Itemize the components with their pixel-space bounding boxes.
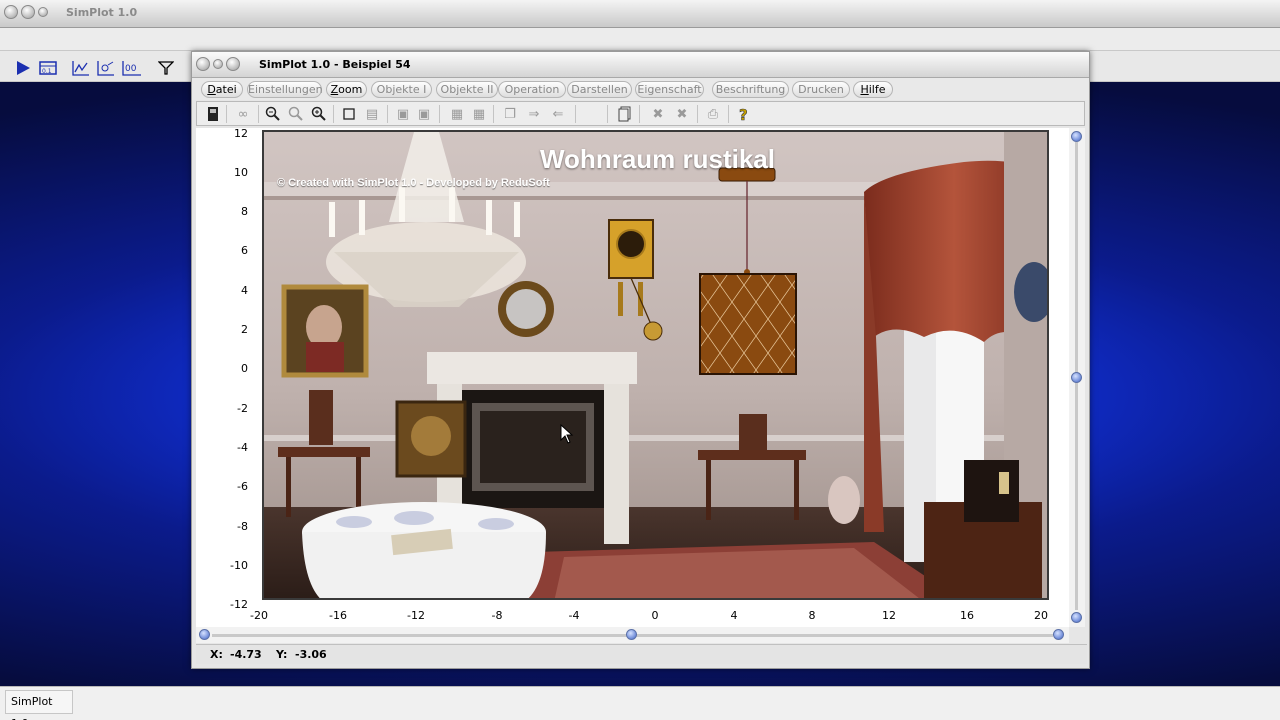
app-titlebar: SimPlot 1.0 — [0, 0, 1280, 28]
menu-eigenschaft[interactable]: Eigenschaft — [635, 81, 704, 98]
menu-darstellen[interactable]: Darstellen — [567, 81, 632, 98]
cursor-icon — [560, 424, 574, 444]
values-icon[interactable]: 00 — [122, 59, 142, 76]
x-tick-label: 12 — [882, 609, 896, 622]
y-tick-label: 10 — [234, 166, 248, 179]
function-graph-icon[interactable] — [72, 59, 90, 76]
document-title: SimPlot 1.0 - Beispiel 54 — [259, 58, 411, 71]
close-button[interactable] — [4, 5, 18, 19]
scroll-right-button[interactable] — [1053, 629, 1064, 640]
x-tick-label: 0 — [651, 609, 659, 622]
menu-beschriftung[interactable]: Beschriftung — [712, 81, 789, 98]
vertical-scroll-thumb[interactable] — [1071, 372, 1082, 383]
document-close-button[interactable] — [196, 57, 210, 71]
y-tick-label: -2 — [237, 402, 248, 415]
data-icon[interactable]: 0.1 — [38, 59, 58, 76]
device-icon[interactable] — [204, 105, 222, 123]
menu-einstellungen[interactable]: Einstellungen — [247, 81, 323, 98]
status-bar: X: -4.73 Y: -3.06 — [196, 644, 1087, 664]
table-icon[interactable]: ▦ — [448, 105, 466, 123]
plot-title: Wohnraum rustikal — [539, 144, 775, 174]
menu-objekte-2[interactable]: Objekte II — [436, 81, 498, 98]
status-y-value: -3.06 — [295, 648, 327, 661]
document-minimize-button[interactable] — [213, 59, 223, 69]
status-x-value: -4.73 — [230, 648, 262, 661]
rect-select-icon[interactable]: ▤ — [363, 105, 381, 123]
app-menubar — [0, 28, 1280, 50]
x-tick-label: -16 — [329, 609, 347, 622]
document-icon[interactable] — [616, 105, 634, 123]
window-controls — [4, 5, 48, 19]
zoom-out-icon[interactable] — [264, 105, 282, 123]
y-tick-label: 0 — [241, 362, 248, 375]
taskbar-item-simplot[interactable]: SimPlot 1.0 — [5, 690, 73, 720]
y-tick-label: 8 — [241, 205, 248, 218]
document-window-controls — [196, 57, 240, 71]
menu-objekte-1[interactable]: Objekte I — [371, 81, 432, 98]
x-tick-label: -8 — [491, 609, 503, 622]
y-tick-label: 12 — [234, 127, 248, 140]
vertical-scrollbar[interactable] — [1069, 128, 1085, 627]
scroll-left-button[interactable] — [199, 629, 210, 640]
x-tick-label: 16 — [960, 609, 974, 622]
square-select-icon[interactable] — [340, 105, 358, 123]
cut-b-icon[interactable]: ✖ — [673, 105, 691, 123]
menu-drucken[interactable]: Drucken — [792, 81, 850, 98]
maximize-button[interactable] — [38, 7, 48, 17]
grid-b-icon[interactable]: ▣ — [415, 105, 433, 123]
x-tick-label: -20 — [250, 609, 268, 622]
menu-datei[interactable]: Datei — [201, 81, 243, 98]
horizontal-scrollbar[interactable] — [196, 627, 1069, 643]
zoom-in-icon[interactable] — [310, 105, 328, 123]
cut-a-icon[interactable]: ✖ — [649, 105, 667, 123]
svg-text:00: 00 — [125, 64, 137, 74]
y-tick-label: 2 — [241, 323, 248, 336]
x-tick-label: 8 — [808, 609, 816, 622]
status-y-label: Y: — [276, 648, 288, 661]
y-tick-label: 4 — [241, 284, 248, 297]
x-tick-label: 20 — [1034, 609, 1048, 622]
document-menubar: Datei Einstellungen Zoom Objekte I Objek… — [192, 78, 1089, 100]
zoom-reset-icon[interactable] — [287, 105, 305, 123]
arrow-left-icon[interactable]: ⇐ — [549, 105, 567, 123]
menu-operation[interactable]: Operation — [498, 81, 566, 98]
scroll-down-button[interactable] — [1071, 612, 1082, 623]
y-tick-label: -10 — [230, 559, 248, 572]
horizontal-scroll-thumb[interactable] — [626, 629, 637, 640]
arrow-right-icon[interactable]: ⇒ — [525, 105, 543, 123]
room-image: Wohnraum rustikal © Created with SimPlot… — [262, 130, 1049, 600]
image-icon[interactable]: ▦ — [470, 105, 488, 123]
status-x-label: X: — [210, 648, 223, 661]
scroll-up-button[interactable] — [1071, 131, 1082, 142]
copy-icon[interactable]: ❐ — [501, 105, 519, 123]
menu-zoom[interactable]: Zoom — [326, 81, 367, 98]
play-icon[interactable] — [14, 59, 32, 76]
function-list-icon[interactable] — [97, 59, 115, 76]
y-tick-label: -6 — [237, 480, 248, 493]
y-tick-label: 6 — [241, 244, 248, 257]
menu-hilfe[interactable]: Hilfe — [853, 81, 893, 98]
document-window: SimPlot 1.0 - Beispiel 54 Datei Einstell… — [191, 51, 1090, 669]
minimize-button[interactable] — [21, 5, 35, 19]
document-maximize-button[interactable] — [226, 57, 240, 71]
taskbar: SimPlot 1.0 — [0, 686, 1280, 720]
y-tick-label: -4 — [237, 441, 248, 454]
document-toolbar: ∞ ▤ ▣ ▣ ▦ ▦ ❐ ⇒ ⇐ ✖ ✖ ⎙ ? — [196, 101, 1085, 126]
x-tick-label: 4 — [730, 609, 738, 622]
grid-a-icon[interactable]: ▣ — [394, 105, 412, 123]
y-tick-label: -8 — [237, 520, 248, 533]
filter-icon[interactable] — [157, 59, 175, 76]
x-tick-label: -12 — [407, 609, 425, 622]
credit-text: © Created with SimPlot 1.0 - Developed b… — [277, 177, 550, 189]
document-titlebar[interactable]: SimPlot 1.0 - Beispiel 54 — [192, 52, 1089, 78]
link-icon[interactable]: ∞ — [234, 105, 252, 123]
print-icon[interactable]: ⎙ — [704, 105, 722, 123]
svg-text:?: ? — [739, 106, 748, 122]
svg-text:0.1: 0.1 — [42, 68, 52, 75]
x-tick-label: -4 — [568, 609, 580, 622]
help-icon[interactable]: ? — [735, 105, 753, 123]
app-title: SimPlot 1.0 — [66, 6, 138, 19]
